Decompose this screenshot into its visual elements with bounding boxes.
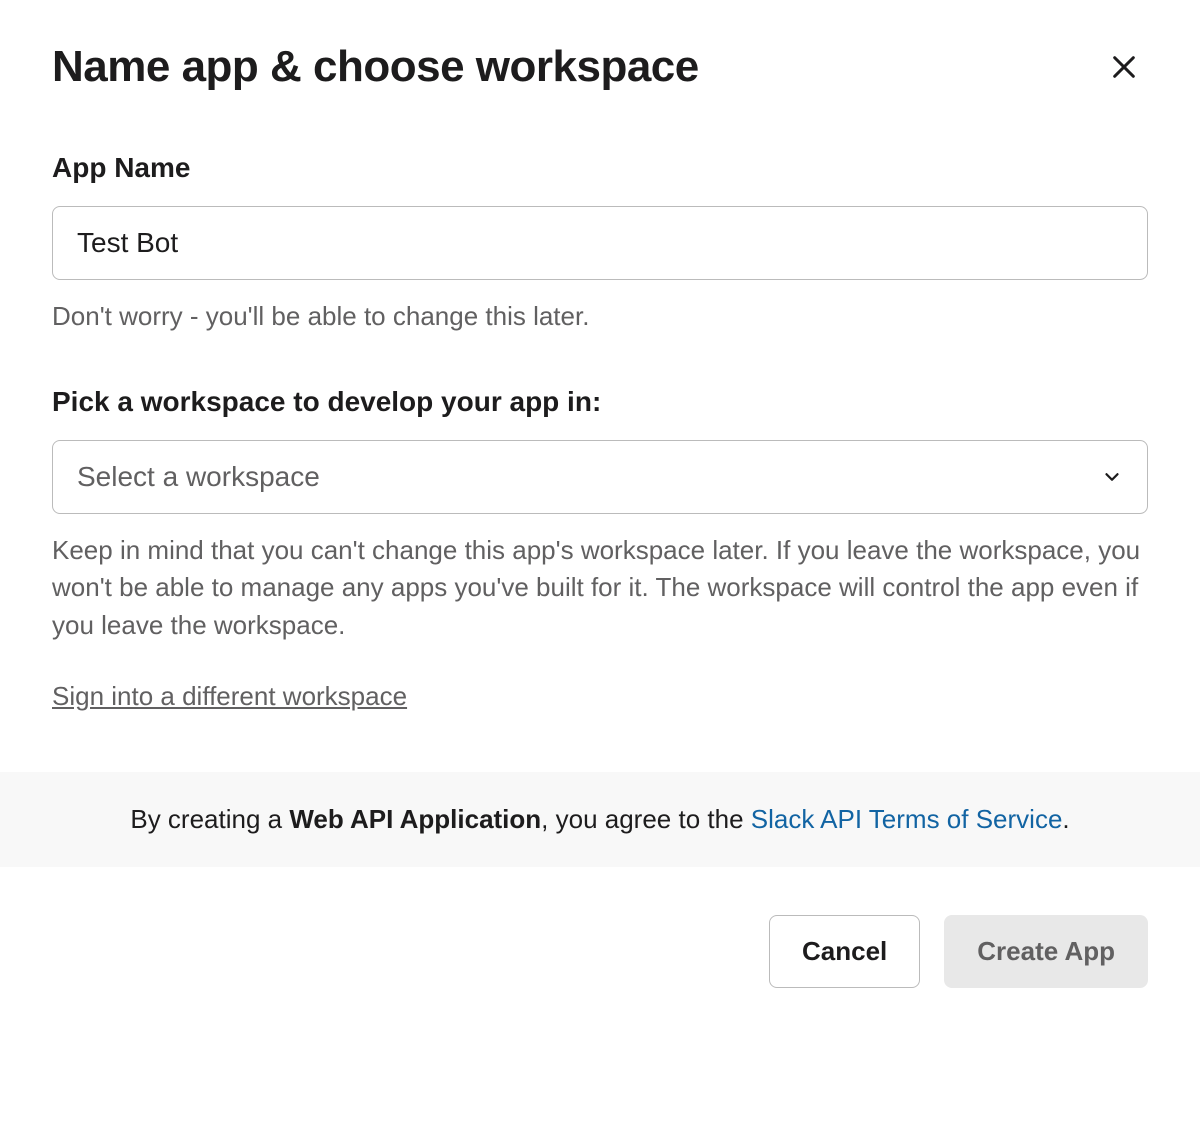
terms-prefix: By creating a (130, 804, 289, 834)
workspace-select[interactable]: Select a workspace (52, 440, 1148, 514)
app-name-input[interactable] (52, 206, 1148, 280)
app-name-field-group: App Name Don't worry - you'll be able to… (52, 152, 1148, 336)
terms-middle: , you agree to the (541, 804, 751, 834)
workspace-help-text: Keep in mind that you can't change this … (52, 532, 1148, 645)
terms-of-service-link[interactable]: Slack API Terms of Service (751, 804, 1063, 834)
workspace-select-wrapper: Select a workspace (52, 440, 1148, 514)
terms-suffix: . (1062, 804, 1069, 834)
app-name-help-text: Don't worry - you'll be able to change t… (52, 298, 1148, 336)
app-name-label: App Name (52, 152, 1148, 184)
close-icon (1108, 51, 1140, 83)
terms-bold: Web API Application (289, 804, 541, 834)
workspace-label: Pick a workspace to develop your app in: (52, 386, 1148, 418)
modal-header: Name app & choose workspace (52, 42, 1148, 92)
create-app-button[interactable]: Create App (944, 915, 1148, 988)
cancel-button[interactable]: Cancel (769, 915, 920, 988)
chevron-down-icon (1101, 466, 1123, 488)
modal-title: Name app & choose workspace (52, 42, 699, 92)
workspace-field-group: Pick a workspace to develop your app in:… (52, 386, 1148, 712)
modal-footer: Cancel Create App (0, 867, 1200, 1036)
signin-different-workspace-link[interactable]: Sign into a different workspace (52, 681, 407, 712)
terms-bar: By creating a Web API Application, you a… (0, 772, 1200, 867)
create-app-modal: Name app & choose workspace App Name Don… (0, 0, 1200, 712)
workspace-select-placeholder: Select a workspace (77, 461, 320, 493)
close-button[interactable] (1100, 43, 1148, 91)
